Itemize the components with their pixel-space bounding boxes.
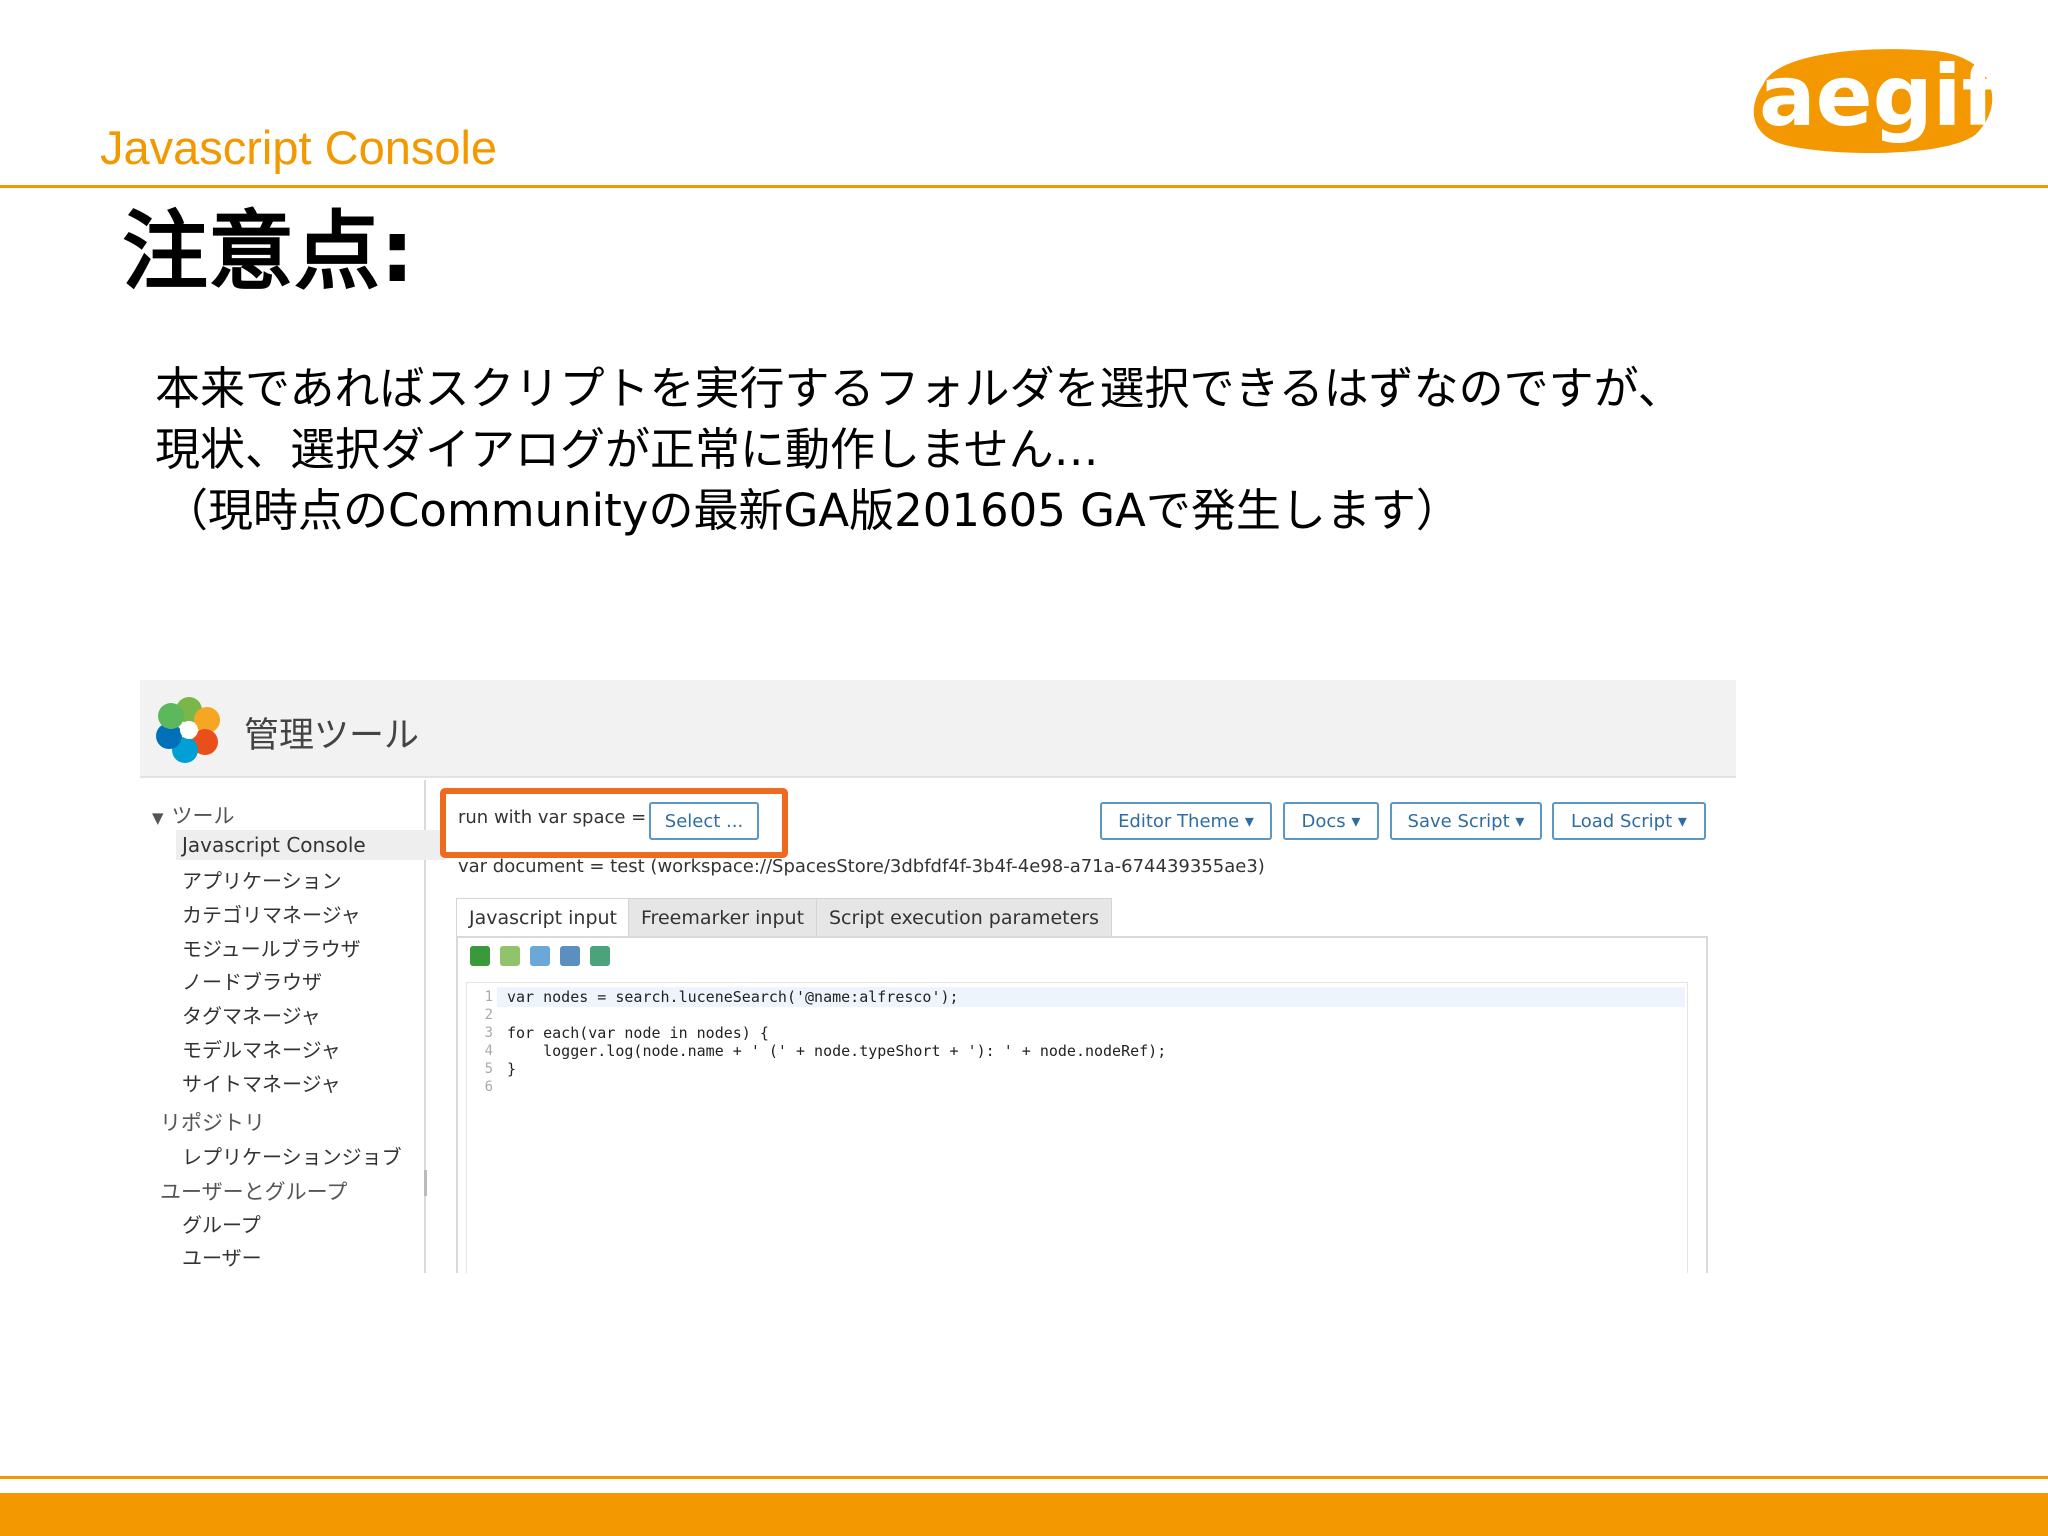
aegif-logo: aegif <box>1753 47 2000 154</box>
sidebar-item-tag-manager[interactable]: タグマネージャ <box>182 1000 321 1029</box>
line-number: 2 <box>484 1007 493 1023</box>
undo-icon[interactable] <box>470 946 490 966</box>
code-line: var nodes = search.luceneSearch('@name:a… <box>507 988 959 1006</box>
body-line-2: 現状、選択ダイアログが正常に動作しません… <box>155 423 1099 476</box>
sidebar-resize-handle[interactable] <box>424 1170 427 1196</box>
sidebar-item-module-browser[interactable]: モジュールブラウザ <box>182 933 361 962</box>
document-info-line: var document = test (workspace://SpacesS… <box>458 856 1265 877</box>
footer-band <box>0 1493 2048 1536</box>
save-script-button[interactable]: Save Script ▾ <box>1390 802 1542 840</box>
docs-button[interactable]: Docs ▾ <box>1283 802 1379 840</box>
line-number: 6 <box>484 1079 493 1095</box>
format-icon[interactable] <box>530 946 550 966</box>
sidebar-group-repository[interactable]: リポジトリ <box>160 1107 265 1137</box>
sidebar-item-replication-jobs[interactable]: レプリケーションジョブ <box>182 1141 402 1170</box>
header-rule <box>0 185 2048 188</box>
chevron-down-icon: ▾ <box>1351 811 1361 832</box>
chevron-down-icon: ▾ <box>1244 811 1254 832</box>
body-line-3: （現時点のCommunityの最新GA版201605 GAで発生します） <box>163 484 1461 537</box>
admin-tool-screenshot: 管理ツール ▼ ツール Javascript Console アプリケーション カ… <box>140 680 1736 1273</box>
code-line: } <box>507 1060 517 1078</box>
save-file-icon[interactable] <box>590 946 610 966</box>
app-title: 管理ツール <box>244 716 420 756</box>
editor-theme-button[interactable]: Editor Theme ▾ <box>1100 802 1272 840</box>
sidebar-item-users[interactable]: ユーザー <box>182 1242 262 1271</box>
sidebar-item-site-manager[interactable]: サイトマネージャ <box>182 1068 341 1097</box>
line-number: 1 <box>484 989 493 1005</box>
footer-rule <box>0 1476 2048 1479</box>
sidebar: ▼ ツール Javascript Console アプリケーション カテゴリマネー… <box>140 780 444 1273</box>
load-script-button[interactable]: Load Script ▾ <box>1552 802 1706 840</box>
code-editor-area[interactable]: 1 2 3 4 5 6 var nodes = search.luceneSea… <box>466 982 1688 1273</box>
sidebar-item-javascript-console[interactable]: Javascript Console <box>176 830 444 860</box>
sidebar-group-users-groups[interactable]: ユーザーとグループ <box>160 1176 347 1206</box>
script-editor[interactable]: 1 2 3 4 5 6 var nodes = search.luceneSea… <box>456 936 1708 1273</box>
body-text: 本来であればスクリプトを実行するフォルダを選択できるはずなのですが、 現状、選択… <box>155 358 1683 541</box>
tab-freemarker-input[interactable]: Freemarker input <box>628 898 818 937</box>
tab-javascript-input[interactable]: Javascript input <box>456 898 630 937</box>
sidebar-item-category-manager[interactable]: カテゴリマネージャ <box>182 899 361 928</box>
sidebar-item-node-browser[interactable]: ノードブラウザ <box>182 966 322 995</box>
indent-icon[interactable] <box>560 946 580 966</box>
slide-title: 注意点: <box>122 202 415 302</box>
sidebar-item-applications[interactable]: アプリケーション <box>182 865 342 894</box>
line-number: 4 <box>484 1043 493 1059</box>
redo-icon[interactable] <box>500 946 520 966</box>
tab-script-execution-parameters[interactable]: Script execution parameters <box>816 898 1112 937</box>
code-line: logger.log(node.name + ' (' + node.typeS… <box>507 1042 1167 1060</box>
highlight-box <box>440 788 788 858</box>
chevron-down-icon: ▾ <box>1677 811 1687 832</box>
sidebar-item-groups[interactable]: グループ <box>182 1209 261 1238</box>
sidebar-item-model-manager[interactable]: モデルマネージャ <box>182 1034 341 1063</box>
alfresco-logo-icon <box>156 697 220 763</box>
caret-down-icon: ▼ <box>152 809 164 827</box>
body-line-1: 本来であればスクリプトを実行するフォルダを選択できるはずなのですが、 <box>155 362 1683 415</box>
section-label: Javascript Console <box>100 121 498 174</box>
sidebar-group-tools[interactable]: ▼ ツール <box>152 800 235 830</box>
line-number: 3 <box>484 1025 493 1041</box>
app-header: 管理ツール <box>140 680 1736 778</box>
chevron-down-icon: ▾ <box>1515 811 1525 832</box>
line-number: 5 <box>484 1061 493 1077</box>
code-line: for each(var node in nodes) { <box>507 1024 769 1042</box>
logo-text: aegif <box>1759 47 2000 145</box>
